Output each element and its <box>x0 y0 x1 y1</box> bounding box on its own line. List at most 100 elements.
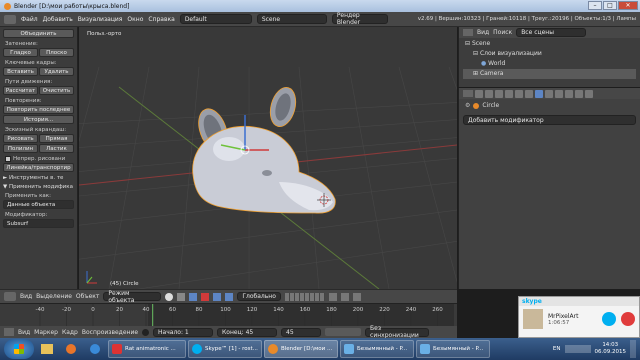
snap-icon[interactable] <box>341 292 350 301</box>
menu-help[interactable]: Справка <box>148 16 174 23</box>
3d-viewport[interactable]: Польз.-орто (45) Circle <box>79 27 457 289</box>
texture-tab-icon[interactable] <box>565 89 573 98</box>
menu-file[interactable]: Файл <box>21 16 38 23</box>
history-button[interactable]: История... <box>3 115 74 124</box>
outliner-view-menu[interactable]: Вид <box>477 29 489 36</box>
constraints-tab-icon[interactable] <box>525 89 533 98</box>
physics-tab-icon[interactable] <box>585 89 593 98</box>
view-menu[interactable]: Вид <box>20 293 32 300</box>
show-desktop-button[interactable] <box>630 340 636 358</box>
scene-dropdown[interactable]: Scene <box>256 14 327 24</box>
rat-head-mesh[interactable] <box>192 85 336 214</box>
microphone-icon[interactable] <box>602 312 616 326</box>
rotate-icon[interactable] <box>213 292 222 301</box>
draw-button[interactable]: Рисовать <box>3 134 38 143</box>
continuous-draw-toggle[interactable]: Непрер. рисовани <box>5 156 74 162</box>
outliner-item-world[interactable]: ● World <box>463 59 636 69</box>
render-engine-dropdown[interactable]: Рендер Blender <box>331 12 388 26</box>
clear-paths-button[interactable]: Очистить <box>39 86 74 95</box>
close-button[interactable]: ✕ <box>618 1 638 10</box>
viewport-canvas[interactable] <box>79 27 457 289</box>
material-tab-icon[interactable] <box>555 89 563 98</box>
repeat-last-button[interactable]: Повторить последнее <box>3 105 74 114</box>
outliner-search-menu[interactable]: Поиск <box>493 29 512 36</box>
minimize-button[interactable]: – <box>588 1 602 10</box>
render-preview-icon[interactable] <box>353 292 362 301</box>
scale-icon[interactable] <box>225 292 234 301</box>
maximize-button[interactable]: □ <box>603 1 617 10</box>
modifiers-tab-icon[interactable] <box>535 89 543 98</box>
hang-up-icon[interactable] <box>621 312 635 326</box>
calculate-paths-button[interactable]: Рассчитат <box>3 86 38 95</box>
tools-panel-header[interactable]: ► Инструменты в. те <box>3 175 74 181</box>
tl-view-menu[interactable]: Вид <box>18 329 30 336</box>
shading-icon[interactable] <box>165 292 174 301</box>
playback-controls-icon[interactable] <box>325 328 362 336</box>
data-tab-icon[interactable] <box>545 89 553 98</box>
manipulator-icon[interactable] <box>189 292 198 301</box>
timeline[interactable]: -40 -20 0 20 40 60 80 100 120 140 160 180 200 220 240 2… <box>0 303 457 327</box>
delete-keyframe-button[interactable]: Удалить <box>39 67 74 76</box>
task-opera[interactable]: Rat animatronic ... <box>108 340 186 358</box>
menu-add[interactable]: Добавить <box>43 16 73 23</box>
ruler-button[interactable]: Линейка/транспортир <box>3 163 74 172</box>
tl-frame-menu[interactable]: Кадр <box>62 329 78 336</box>
outliner-item-camera[interactable]: ⊞ Camera <box>463 69 636 79</box>
tl-marker-menu[interactable]: Маркер <box>34 329 58 336</box>
outliner-editor-icon[interactable] <box>463 29 473 36</box>
tl-playback-menu[interactable]: Воспроизведение <box>82 329 138 336</box>
timeline-editor-icon[interactable] <box>4 328 14 336</box>
timeline-ruler[interactable]: -40 -20 0 20 40 60 80 100 120 140 160 180 200 220 240 2… <box>0 304 457 327</box>
editor-type-icon[interactable] <box>4 14 16 24</box>
task-paint-2[interactable]: Безымянный - P... <box>416 340 490 358</box>
menu-render[interactable]: Визуализация <box>78 16 123 23</box>
orientation-dropdown[interactable]: Глобально <box>237 292 282 301</box>
apply-as-dropdown[interactable]: Данные объекта <box>3 200 74 209</box>
clock-time[interactable]: 14:03 <box>595 342 627 349</box>
modifier-field[interactable]: Subsurf <box>3 219 74 228</box>
add-modifier-dropdown[interactable]: Добавить модификатор <box>463 115 636 125</box>
shade-flat-button[interactable]: Плоско <box>39 48 74 57</box>
scene-tab-icon[interactable] <box>495 89 503 98</box>
record-icon[interactable] <box>142 328 150 336</box>
apply-modifier-panel-header[interactable]: ▼ Применить модифика <box>3 184 74 190</box>
screen-layout-dropdown[interactable]: Default <box>179 14 252 24</box>
current-frame-field[interactable]: 45 <box>281 327 322 337</box>
pivot-icon[interactable] <box>177 292 186 301</box>
lock-icon[interactable] <box>329 292 338 301</box>
shade-smooth-button[interactable]: Гладко <box>3 48 38 57</box>
language-indicator[interactable]: EN <box>553 346 561 352</box>
start-button[interactable] <box>4 339 34 359</box>
media-pinned-icon[interactable] <box>60 340 82 358</box>
start-frame-field[interactable]: Начало: 1 <box>153 327 214 337</box>
sync-dropdown[interactable]: Без синхронизации <box>365 325 430 339</box>
poly-button[interactable]: Полилин <box>3 144 38 153</box>
select-menu[interactable]: Выделение <box>36 293 72 300</box>
skype-call-popup[interactable]: skype MrPixelArt 1:06:57 <box>518 296 640 338</box>
outliner-display-dropdown[interactable]: Все сцены <box>516 28 587 37</box>
task-paint-1[interactable]: Безымянный - P... <box>340 340 414 358</box>
object-tab-icon[interactable] <box>515 89 523 98</box>
erase-button[interactable]: Ластик <box>39 144 74 153</box>
task-skype[interactable]: Skype™ [1] - rost... <box>188 340 262 358</box>
layers-tab-icon[interactable] <box>485 89 493 98</box>
translate-icon[interactable] <box>201 292 210 301</box>
task-blender[interactable]: Blender [D:\мои ... <box>264 340 338 358</box>
mode-dropdown[interactable]: Режим объекта <box>103 290 162 304</box>
tray-icons[interactable] <box>564 345 591 353</box>
viewport-editor-icon[interactable] <box>4 292 16 301</box>
browser-pinned-icon[interactable] <box>84 340 106 358</box>
object-menu[interactable]: Объект <box>76 293 99 300</box>
insert-keyframe-button[interactable]: Вставить <box>3 67 38 76</box>
line-button[interactable]: Прямая <box>39 134 74 143</box>
end-frame-field[interactable]: Конец: 45 <box>217 327 278 337</box>
outliner-item-render-layers[interactable]: ⊟ Слои визуализации <box>463 49 636 59</box>
outliner-item-scene[interactable]: ⊟ Scene <box>463 39 636 49</box>
world-tab-icon[interactable] <box>505 89 513 98</box>
menu-window[interactable]: Окно <box>127 16 143 23</box>
render-tab-icon[interactable] <box>475 89 483 98</box>
particles-tab-icon[interactable] <box>575 89 583 98</box>
join-button[interactable]: Объединить <box>3 29 74 38</box>
layers-grid-icon[interactable] <box>285 292 326 301</box>
properties-editor-icon[interactable] <box>463 90 473 97</box>
